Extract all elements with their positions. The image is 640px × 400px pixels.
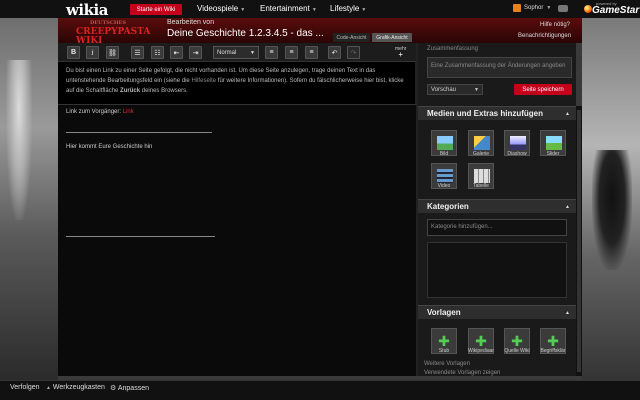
category-input[interactable]: Kategorie hinzufügen... <box>427 219 567 236</box>
predecessor-line: Link zum Vorgänger: Link <box>66 109 134 115</box>
chevron-up-icon: ▲ <box>46 385 51 391</box>
slideshow-icon <box>510 136 526 150</box>
used-templates-link[interactable]: Verwendete Vorlagen zeigen <box>424 370 500 376</box>
more-templates-link[interactable]: Weitere Vorlagen <box>424 361 470 367</box>
outdent-button[interactable]: ⇤ <box>170 46 183 59</box>
tab-visual-view[interactable]: Grafik-Ansicht <box>372 33 412 42</box>
customize-button[interactable]: ⚙ Anpassen <box>110 384 149 392</box>
media-label: Bild <box>439 151 449 157</box>
template-label: Begriffsklär <box>540 348 566 354</box>
sidebar-scrollbar[interactable] <box>576 106 582 376</box>
bullet-list-button[interactable]: ☰ <box>131 46 144 59</box>
more-button[interactable]: mehr + <box>395 46 406 59</box>
bullet-list-icon: ☰ <box>134 49 141 57</box>
media-label: Diashow <box>507 151 527 157</box>
redo-icon: ↷ <box>350 49 357 57</box>
media-label: Tabelle <box>473 183 489 189</box>
predecessor-link[interactable]: Link <box>123 109 134 115</box>
indent-icon: ⇥ <box>192 49 199 57</box>
slider-icon <box>546 136 562 150</box>
page-title: Deine Geschichte 1.2.3.4.5 - das ... <box>167 28 324 39</box>
divider <box>66 236 215 237</box>
puzzle-icon: ✚ <box>547 332 559 349</box>
wiki-wordmark[interactable]: DEUTSCHES CREEPYPASTA WIKI <box>76 19 160 46</box>
media-label: Slider <box>546 151 560 157</box>
align-center-icon: ≡ <box>289 49 294 56</box>
chevron-down-icon: ▼ <box>474 86 479 93</box>
templates-section-header[interactable]: Vorlagen ▲ <box>418 305 576 319</box>
template-label: Stub <box>438 348 450 354</box>
summary-label: Zusammenfassung <box>427 46 479 52</box>
undo-icon: ↶ <box>331 49 338 57</box>
tab-code-view[interactable]: Code-Ansicht <box>333 33 370 42</box>
plus-icon: + <box>398 50 404 59</box>
template-label: Quelle Wiki <box>504 348 530 354</box>
avatar <box>513 4 521 12</box>
chevron-down-icon: ▼ <box>546 5 552 11</box>
media-label: Video <box>437 183 451 189</box>
collapse-arrow-icon: ▲ <box>565 203 570 210</box>
numbered-list-icon: ☷ <box>154 49 161 57</box>
bold-button[interactable]: B <box>67 46 80 59</box>
nav-videospiele[interactable]: Videospiele ▼ <box>197 4 245 13</box>
template-label: Wikipediaar <box>467 348 495 354</box>
ghost-figure-image <box>6 60 32 220</box>
indent-button[interactable]: ⇥ <box>189 46 202 59</box>
story-placeholder-line: Hier kommt Eure Geschichte hin <box>66 144 153 150</box>
chevron-down-icon: ▼ <box>361 7 367 13</box>
nav-entertainment[interactable]: Entertainment ▼ <box>260 4 317 13</box>
link-button[interactable]: ⛓ <box>106 46 119 59</box>
undo-button[interactable]: ↶ <box>328 46 341 59</box>
scrollbar-thumb[interactable] <box>577 110 581 372</box>
start-wiki-button[interactable]: Starte ein Wiki <box>130 4 182 15</box>
media-section-header[interactable]: Medien und Extras hinzufügen ▲ <box>418 106 576 120</box>
align-right-button[interactable]: ≡ <box>305 46 318 59</box>
chevron-down-icon: ▼ <box>240 7 246 13</box>
collapse-arrow-icon: ▲ <box>565 309 570 316</box>
toolbox-button[interactable]: ▲ Werkzeugkasten <box>46 384 105 391</box>
outdent-icon: ⇤ <box>173 49 180 57</box>
user-menu[interactable]: Sophor ▼ <box>513 4 551 12</box>
link-icon: ⛓ <box>108 49 117 57</box>
gallery-icon <box>474 136 490 150</box>
category-list <box>427 242 567 298</box>
help-page-link[interactable]: Hilfeseite <box>191 78 216 84</box>
italic-button[interactable]: i <box>86 46 99 59</box>
puzzle-icon: ✚ <box>438 332 450 349</box>
divider <box>66 132 212 133</box>
editing-label: Bearbeiten von <box>167 19 215 26</box>
chevron-down-icon: ▼ <box>250 49 255 56</box>
shadow-figure-image <box>592 150 632 270</box>
puzzle-icon: ✚ <box>475 332 487 349</box>
collapse-arrow-icon: ▲ <box>565 110 570 117</box>
notifications-link[interactable]: Benachrichtigungen <box>518 33 571 39</box>
media-label: Galerie <box>472 151 490 157</box>
gamestar-wordmark: GameStar <box>592 5 640 16</box>
format-select[interactable]: Normal ▼ <box>213 46 259 59</box>
align-left-icon: ≡ <box>269 49 274 56</box>
wikia-logo[interactable]: wikia <box>66 1 108 19</box>
video-icon <box>437 169 453 183</box>
save-page-button[interactable]: Seite speichern <box>514 84 572 95</box>
numbered-list-button[interactable]: ☷ <box>151 46 164 59</box>
gamestar-ball-icon <box>584 5 592 13</box>
puzzle-icon: ✚ <box>511 332 523 349</box>
nav-lifestyle[interactable]: Lifestyle ▼ <box>330 4 366 13</box>
help-link[interactable]: Hilfe nötig? <box>540 22 570 28</box>
summary-input[interactable]: Eine Zusammenfassung der Änderungen ange… <box>427 57 572 78</box>
follow-button[interactable]: Verfolgen <box>10 384 40 391</box>
image-icon <box>437 136 453 150</box>
align-left-button[interactable]: ≡ <box>265 46 278 59</box>
table-icon <box>474 169 490 183</box>
messages-icon[interactable] <box>558 5 568 12</box>
gear-icon: ⚙ <box>110 385 117 392</box>
missing-page-notice: Du bist einen Link zu einer Seite gefolg… <box>66 68 404 94</box>
preview-button[interactable]: Vorschau ▼ <box>427 84 483 95</box>
chevron-down-icon: ▼ <box>311 7 317 13</box>
categories-section-header[interactable]: Kategorien ▲ <box>418 199 576 213</box>
redo-button[interactable]: ↷ <box>347 46 360 59</box>
align-right-icon: ≡ <box>309 49 314 56</box>
align-center-button[interactable]: ≡ <box>285 46 298 59</box>
